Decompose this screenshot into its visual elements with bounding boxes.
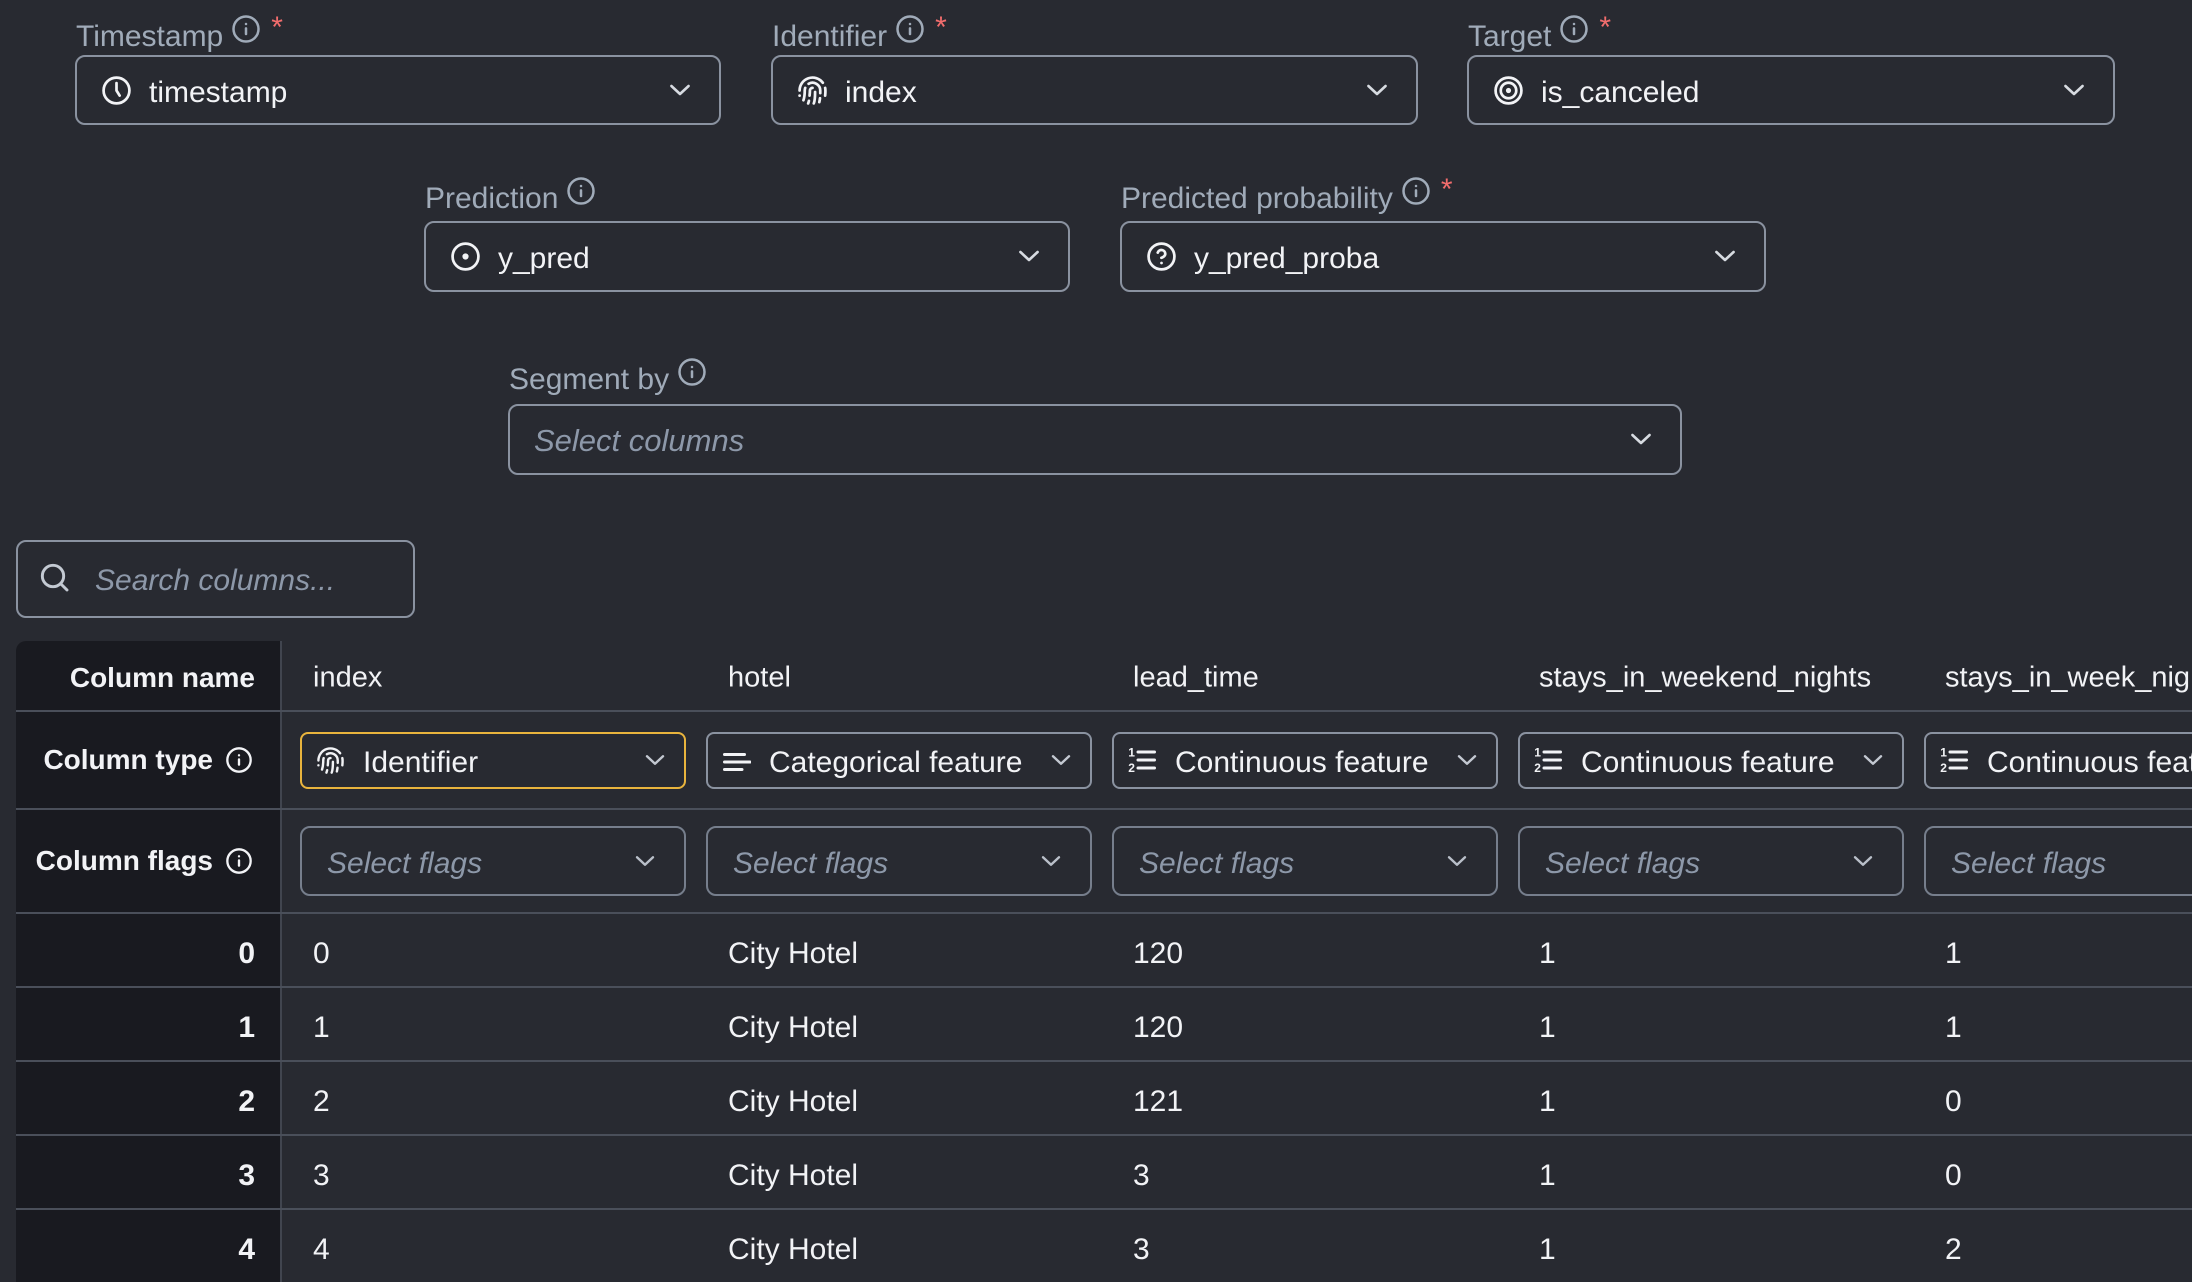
svg-text:2: 2 xyxy=(1534,761,1541,773)
svg-text:2: 2 xyxy=(1128,761,1135,773)
svg-text:2: 2 xyxy=(1940,761,1947,773)
svg-text:1: 1 xyxy=(1534,747,1541,760)
svg-text:1: 1 xyxy=(1128,747,1135,760)
svg-text:1: 1 xyxy=(1940,747,1947,760)
